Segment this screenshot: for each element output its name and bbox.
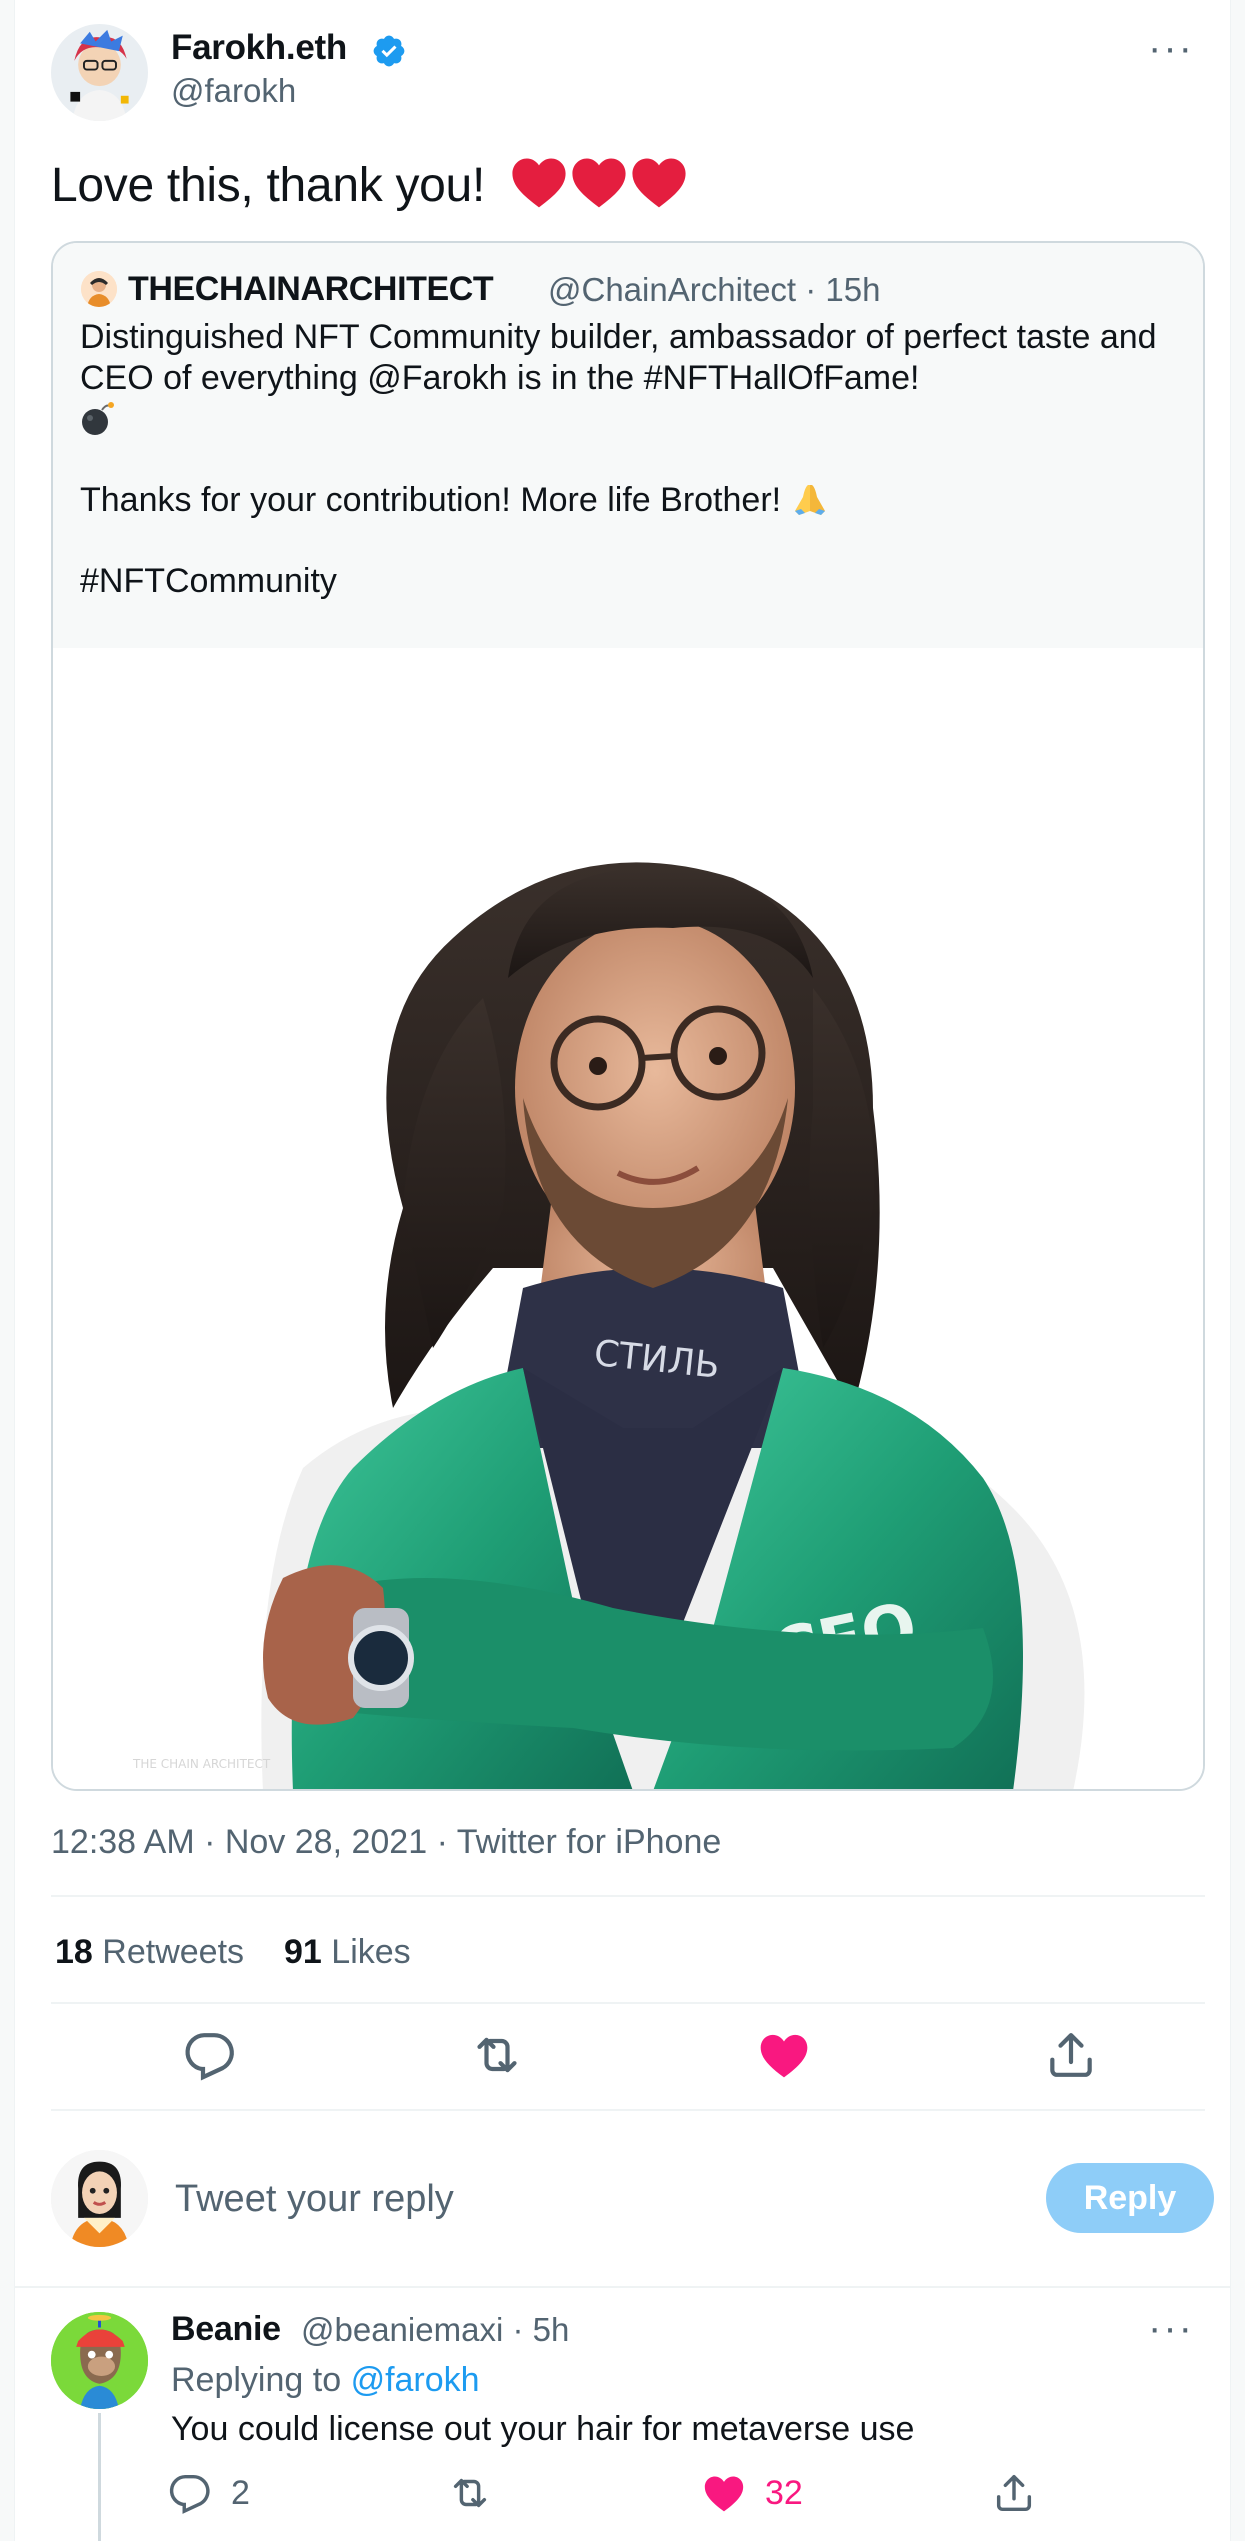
reply-icon [169, 2474, 210, 2514]
folded-hands-emoji-icon [794, 485, 825, 515]
image-watermark: THE CHAIN ARCHITECT [132, 1757, 271, 1771]
tweet-timestamp-source[interactable]: 12:38 AM · Nov 28, 2021 · Twitter for iP… [51, 1823, 721, 1862]
replying-prefix: Replying to [171, 2361, 342, 2399]
reply-icon[interactable] [182, 2027, 238, 2083]
engagement-stats: 18 Retweets 91 Likes [55, 1933, 411, 1972]
like-icon-filled[interactable] [756, 2027, 812, 2083]
current-user-avatar[interactable] [51, 2150, 148, 2247]
reply-retweet-action[interactable] [447, 2465, 493, 2521]
tweet-detail-page: Farokh.eth @farokh ··· Love this, thank … [14, 0, 1231, 2541]
reply-button[interactable]: Reply [1046, 2163, 1214, 2233]
share-icon[interactable] [1043, 2027, 1099, 2083]
divider [51, 1895, 1205, 1897]
author-handle[interactable]: @farokh [171, 72, 296, 110]
reply-replies-count: 2 [231, 2473, 250, 2512]
likes-label: Likes [331, 1933, 411, 1971]
like-icon-filled [704, 2476, 744, 2512]
reply-author-handle-time[interactable]: @beaniemaxi · 5h [301, 2311, 569, 2349]
reply-reply-action[interactable]: 2 [167, 2465, 250, 2521]
tweet-text-content: Love this, thank you! [51, 159, 485, 212]
retweet-icon[interactable] [469, 2027, 525, 2083]
reply-author-avatar[interactable] [51, 2312, 148, 2409]
red-heart-emoji-group [510, 155, 690, 221]
share-icon [996, 2474, 1032, 2512]
retweet-icon [453, 2478, 487, 2508]
red-heart-icon [512, 158, 566, 208]
bomb-emoji-icon [82, 402, 114, 435]
tweet-text: Love this, thank you! [51, 155, 690, 221]
retweets-stat[interactable]: 18 Retweets [55, 1933, 244, 1971]
reply-action-bar: 2 32 [169, 2465, 1071, 2525]
replying-mention-link[interactable]: @farokh [351, 2361, 480, 2399]
reply-like-action[interactable]: 32 [701, 2465, 803, 2521]
quoted-tweet-card[interactable]: THECHAINARCHITECT @ChainArchitect · 15h … [51, 241, 1205, 1791]
likes-count: 91 [284, 1933, 322, 1971]
portrait-illustration: СТИЛЬ CEO [132, 862, 1085, 1789]
quoted-author-handle-time: @ChainArchitect · 15h [548, 271, 881, 308]
retweets-label: Retweets [102, 1933, 245, 1971]
tweet-action-bar [51, 2027, 1205, 2087]
author-avatar[interactable] [51, 24, 148, 121]
quoted-tweet-hashtag[interactable]: #NFTCommunity [80, 561, 1190, 602]
red-heart-icon [572, 158, 626, 208]
quoted-tweet-line-text: Thanks for your contribution! More life … [80, 481, 782, 519]
reply-likes-count: 32 [765, 2473, 803, 2512]
quoted-tweet-line-text: Distinguished NFT Community builder, amb… [80, 318, 1157, 397]
reply-author-name[interactable]: Beanie [171, 2310, 281, 2349]
thread-connector [98, 2413, 101, 2541]
quoted-author-avatar [81, 271, 117, 307]
quoted-tweet-image[interactable]: СТИЛЬ CEO [53, 648, 1203, 1789]
red-heart-icon [632, 158, 686, 208]
more-horizontal-icon[interactable]: ··· [1148, 2308, 1194, 2348]
reply-share-action[interactable] [991, 2465, 1037, 2521]
replying-to-line: Replying to @farokh [171, 2361, 480, 2400]
divider [51, 2109, 1205, 2111]
likes-stat[interactable]: 91 Likes [284, 1933, 411, 1971]
reply-text: You could license out your hair for meta… [171, 2410, 915, 2448]
retweets-count: 18 [55, 1933, 93, 1971]
divider [51, 2002, 1205, 2004]
quoted-tweet-body: Distinguished NFT Community builder, amb… [80, 317, 1190, 602]
quoted-tweet-line: Thanks for your contribution! More life … [80, 480, 1190, 521]
section-divider [15, 2286, 1230, 2288]
quoted-tweet-line: Distinguished NFT Community builder, amb… [80, 317, 1190, 440]
author-name[interactable]: Farokh.eth [171, 28, 347, 68]
reply-input[interactable]: Tweet your reply [175, 2178, 454, 2221]
verified-badge-icon [373, 35, 405, 67]
more-horizontal-icon[interactable]: ··· [1148, 28, 1194, 68]
quoted-author-name: THECHAINARCHITECT [128, 270, 494, 308]
